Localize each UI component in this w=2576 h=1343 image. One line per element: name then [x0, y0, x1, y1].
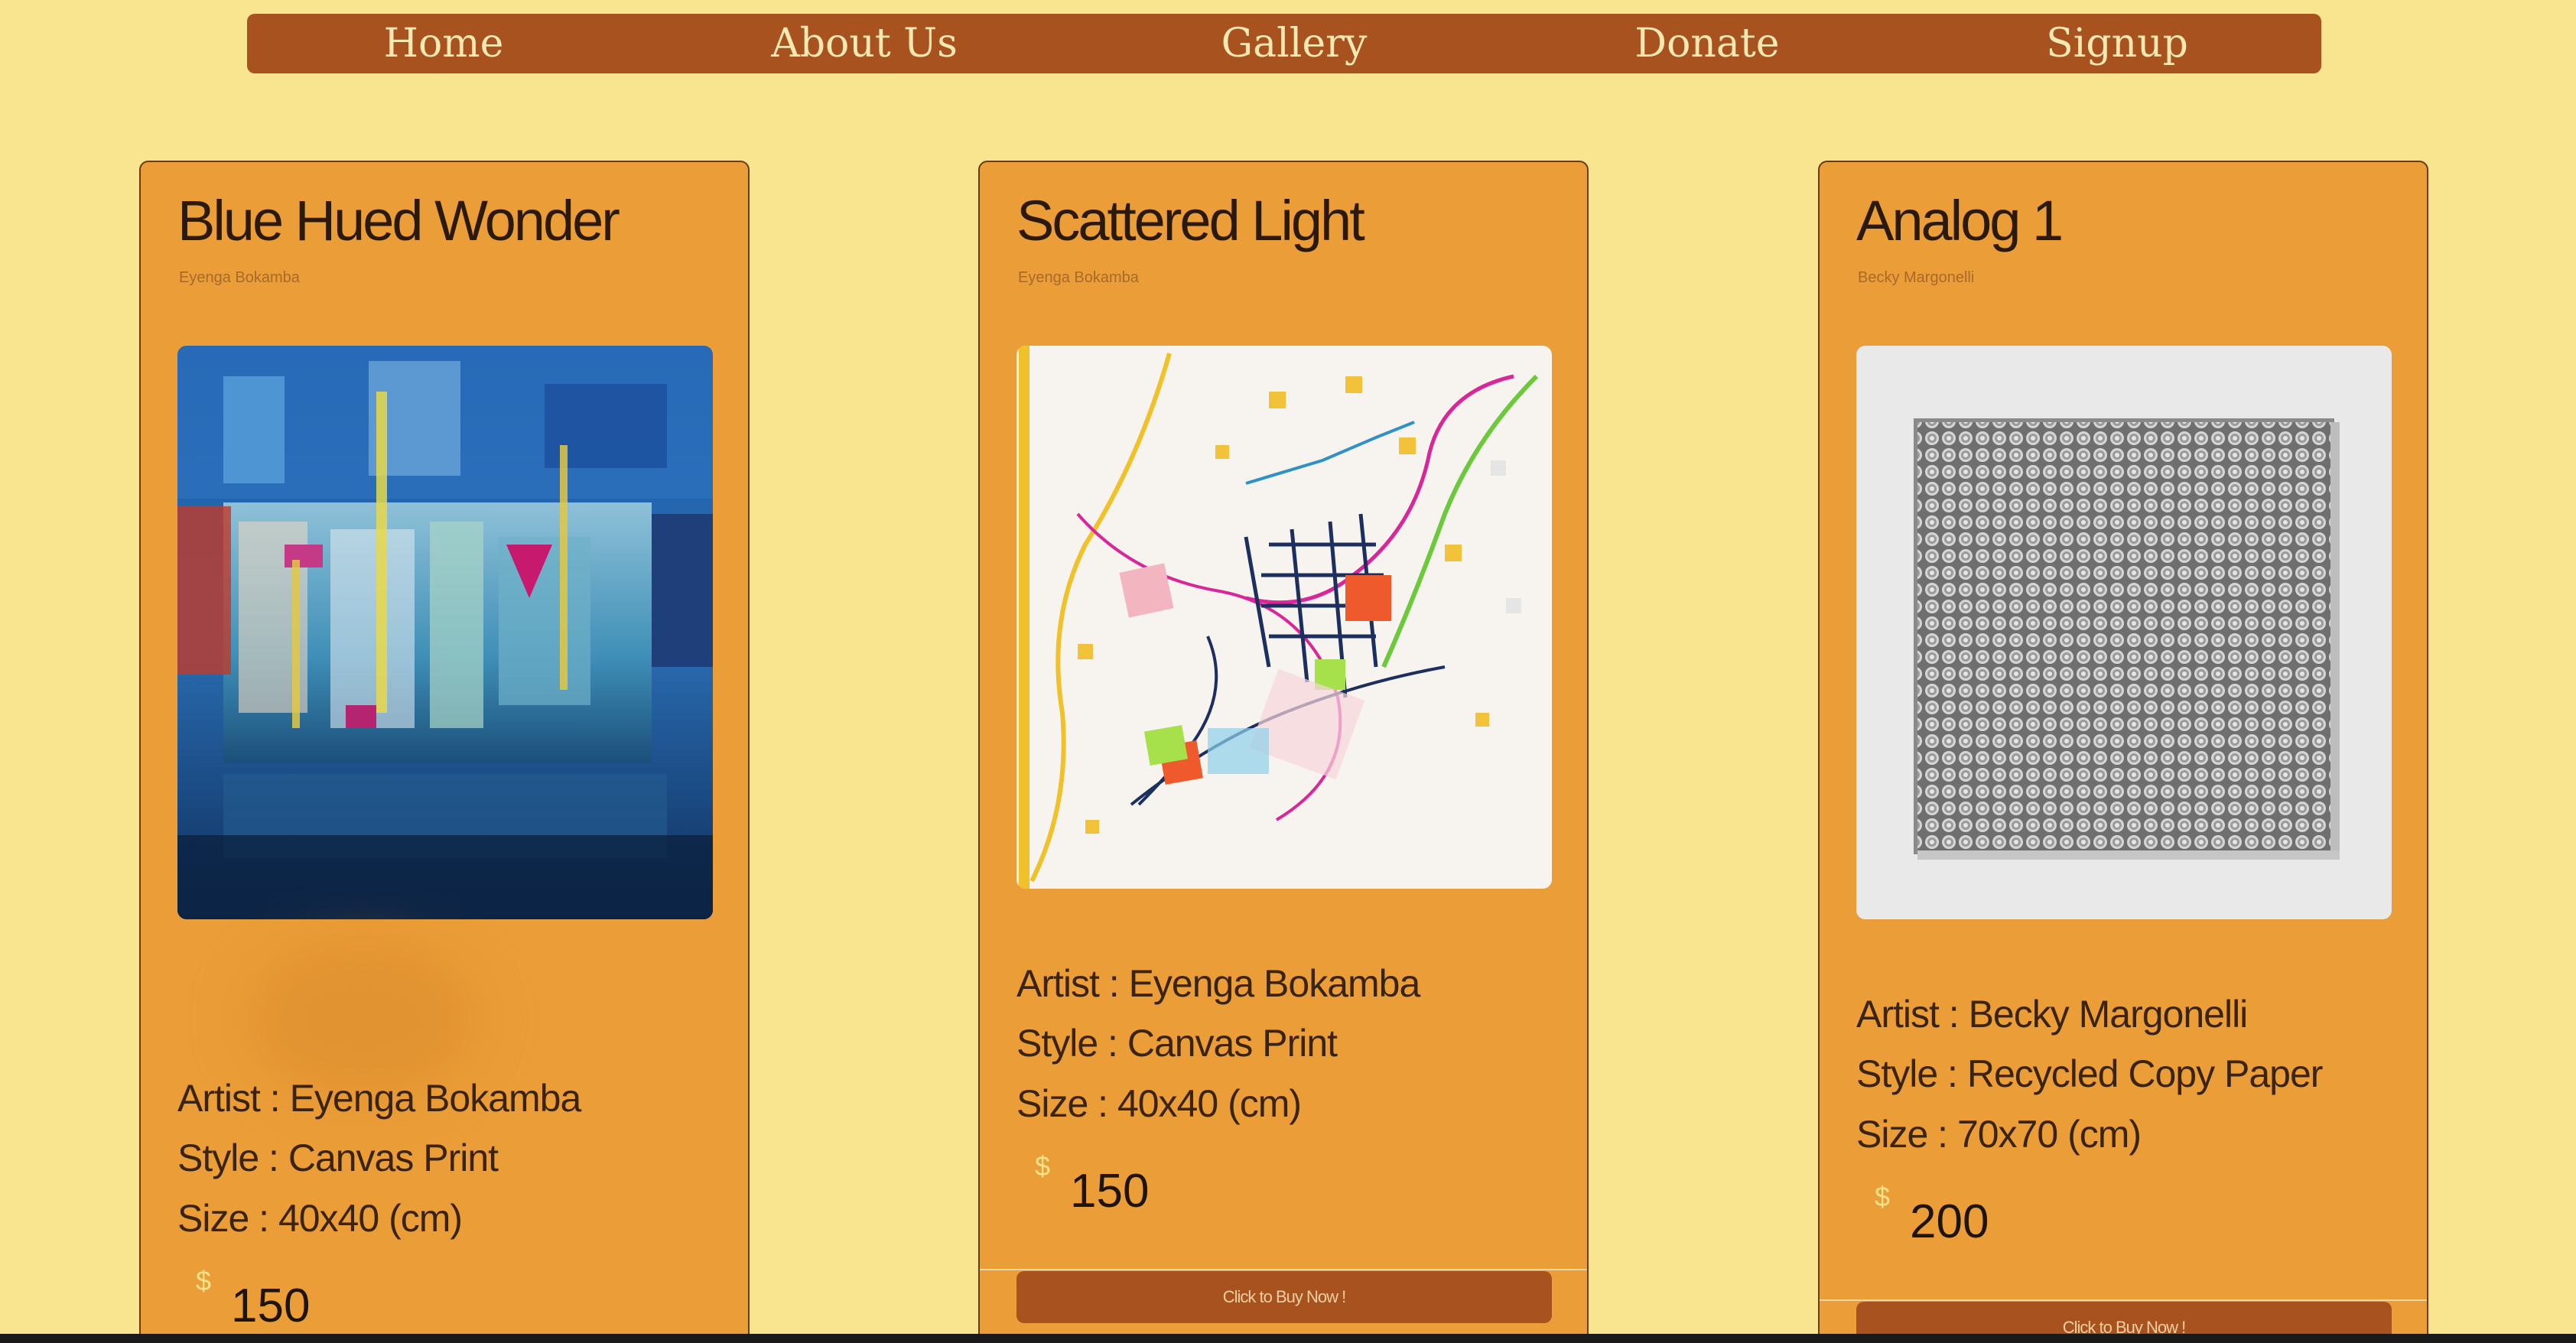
artwork-title: Scattered Light: [1016, 189, 1365, 252]
artwork-image[interactable]: [1856, 346, 2392, 919]
artist-line: Artist : Eyenga Bokamba: [1016, 962, 1420, 1005]
nav-donate-link[interactable]: Donate: [1634, 14, 1779, 73]
style-line: Style : Canvas Print: [177, 1137, 499, 1179]
currency-symbol: $: [1035, 1150, 1051, 1182]
currency-symbol: $: [196, 1265, 212, 1296]
currency-symbol: $: [1875, 1181, 1891, 1212]
size-line: Size : 40x40 (cm): [1016, 1082, 1302, 1125]
artwork-card: Scattered Light Eyenga Bokamba Artist: …: [978, 161, 1589, 1343]
price-value: 200: [1910, 1195, 1989, 1248]
card-divider: [980, 1269, 1587, 1270]
artwork-title: Analog 1: [1856, 189, 2064, 252]
gallery-page: Home About Us Gallery Donate Signup Blue…: [0, 0, 2576, 1343]
style-line: Style : Recycled Copy Paper: [1856, 1052, 2323, 1095]
artist-line: Artist : Eyenga Bokamba: [177, 1077, 581, 1120]
top-navigation-bar: Home About Us Gallery Donate Signup: [247, 14, 2321, 73]
artwork-image[interactable]: [1016, 346, 1552, 889]
nav-signup-link[interactable]: Signup: [2046, 14, 2188, 73]
artwork-artist-subtitle: Eyenga Bokamba: [1018, 269, 1139, 286]
card-divider: [1820, 1299, 2427, 1301]
artwork-card: Blue Hued Wonder Eyenga Bokamba Artist:…: [139, 161, 750, 1343]
artwork-title: Blue Hued Wonder: [177, 189, 620, 252]
window-bottom-edge: [0, 1334, 2576, 1343]
artwork-image[interactable]: [177, 346, 713, 919]
style-line: Style : Canvas Print: [1016, 1022, 1338, 1065]
artist-line: Artist : Becky Margonelli: [1856, 993, 2248, 1036]
artwork-artist-subtitle: Eyenga Bokamba: [179, 269, 300, 286]
price-value: 150: [231, 1280, 311, 1332]
nav-home-link[interactable]: Home: [384, 14, 504, 73]
size-line: Size : 70x70 (cm): [1856, 1113, 2142, 1156]
nav-gallery-link[interactable]: Gallery: [1221, 14, 1368, 73]
price-value: 150: [1070, 1165, 1150, 1218]
nav-about-link[interactable]: About Us: [771, 14, 958, 73]
artwork-card: Analog 1 Becky Margonelli Artist: Becky…: [1818, 161, 2428, 1343]
buy-now-button[interactable]: Click to Buy Now !: [1016, 1271, 1552, 1323]
artwork-artist-subtitle: Becky Margonelli: [1858, 269, 1975, 286]
size-line: Size : 40x40 (cm): [177, 1197, 463, 1240]
